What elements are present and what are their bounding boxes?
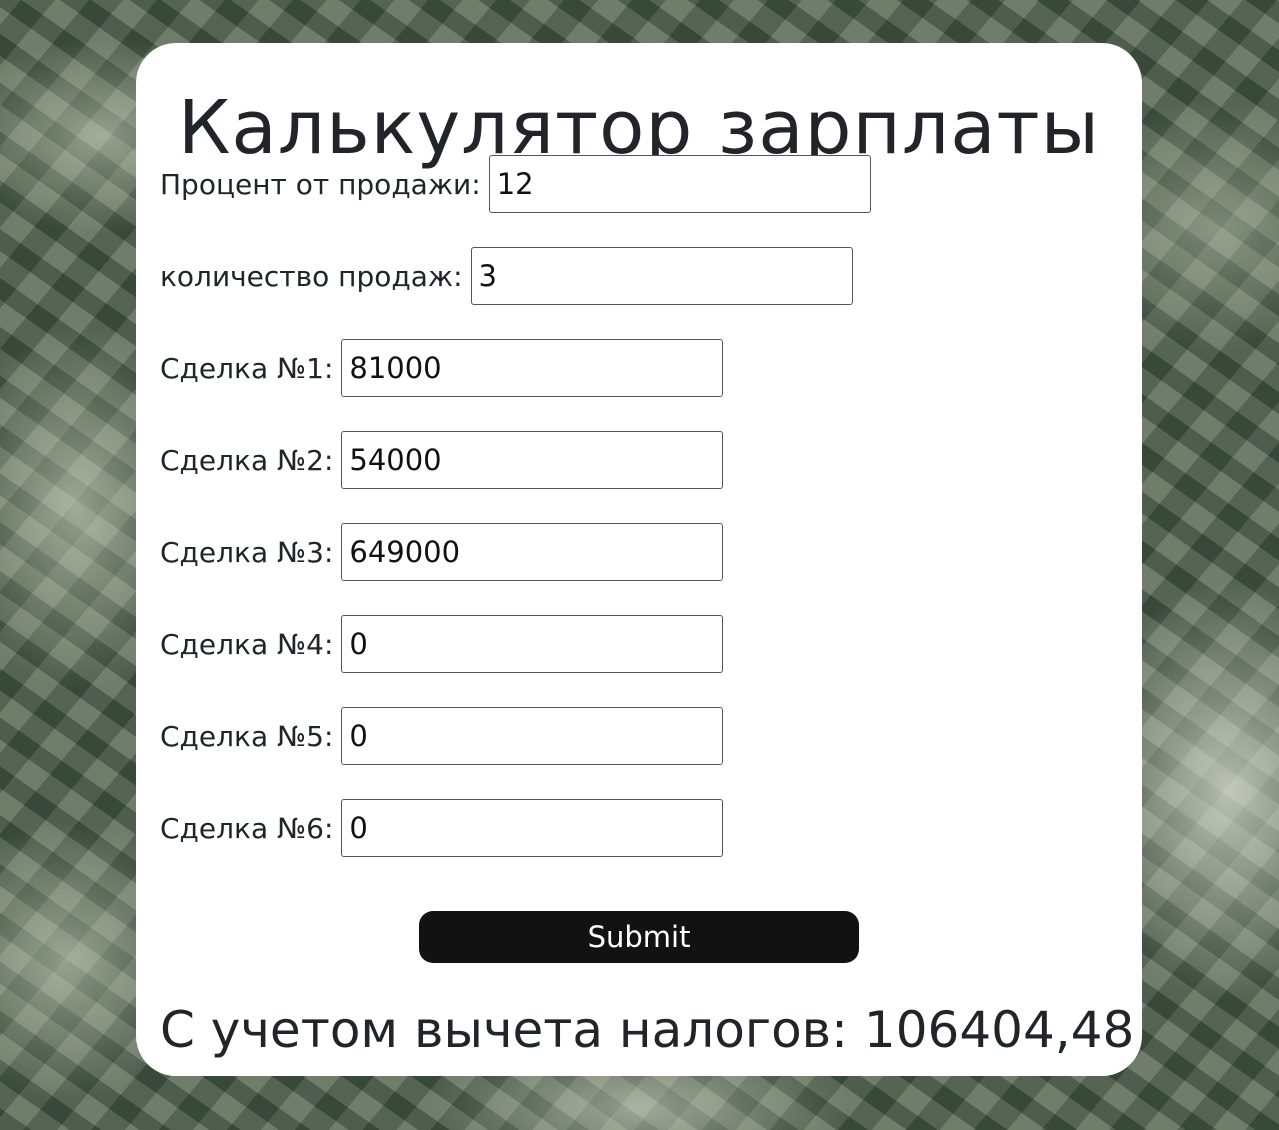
deal-6-label: Сделка №6: [160, 811, 334, 845]
submit-button[interactable]: Submit [419, 911, 859, 963]
deal-2-input[interactable] [341, 431, 724, 489]
percent-label: Процент от продажи: [160, 167, 481, 201]
deal-1-label: Сделка №1: [160, 351, 334, 385]
deal-5-row: Сделка №5: [160, 707, 724, 765]
percent-input[interactable] [488, 155, 871, 213]
deal-3-input[interactable] [341, 523, 724, 581]
result-text: С учетом вычета налогов: 106404,48 [160, 1001, 1135, 1059]
deal-1-input[interactable] [341, 339, 724, 397]
deal-5-label: Сделка №5: [160, 719, 334, 753]
page-title: Калькулятор зарплаты [177, 85, 1101, 171]
percent-row: Процент от продажи: [160, 155, 871, 213]
deal-4-label: Сделка №4: [160, 627, 334, 661]
deal-5-input[interactable] [341, 707, 724, 765]
deal-4-input[interactable] [341, 615, 724, 673]
sales-count-row: количество продаж: [160, 247, 853, 305]
deal-4-row: Сделка №4: [160, 615, 724, 673]
sales-count-input[interactable] [470, 247, 853, 305]
sales-count-label: количество продаж: [160, 259, 463, 293]
deal-3-row: Сделка №3: [160, 523, 724, 581]
calculator-card: Калькулятор зарплаты Процент от продажи:… [136, 43, 1142, 1076]
deal-6-row: Сделка №6: [160, 799, 724, 857]
deal-1-row: Сделка №1: [160, 339, 724, 397]
deal-3-label: Сделка №3: [160, 535, 334, 569]
deal-2-label: Сделка №2: [160, 443, 334, 477]
deal-2-row: Сделка №2: [160, 431, 724, 489]
deal-6-input[interactable] [341, 799, 724, 857]
